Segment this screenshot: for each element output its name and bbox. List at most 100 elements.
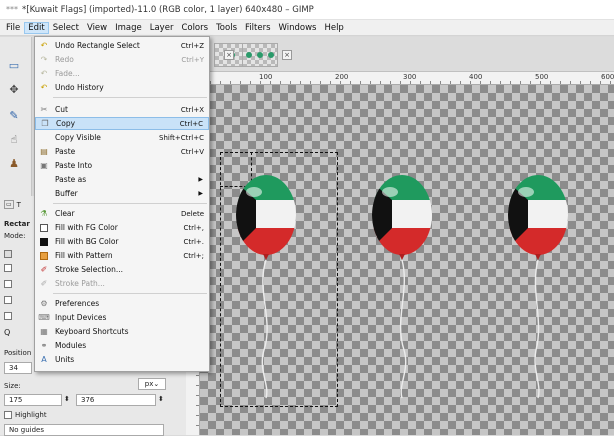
height-spinner-icon[interactable]: ⬍ [158, 395, 164, 403]
menu-item-shortcut: Delete [181, 209, 204, 218]
fade-icon: ↶ [40, 69, 48, 78]
size-label: Size: [4, 382, 21, 390]
menu-item-label: Fill with Pattern [55, 251, 113, 260]
width-spinner-icon[interactable]: ⬍ [64, 395, 70, 403]
expand-checkbox[interactable] [4, 296, 15, 304]
menu-separator [53, 293, 207, 294]
ruler-label: 400 [468, 73, 484, 81]
menu-item-label: Fill with FG Color [55, 223, 118, 232]
menu-item-preferences[interactable]: ⚙ Preferences [35, 297, 209, 310]
move-tool-icon[interactable]: ✥ [5, 81, 23, 97]
feather-checkbox[interactable] [4, 264, 15, 272]
position-x-field[interactable]: 34 [4, 362, 32, 374]
smudge-tool-icon[interactable]: ☝ [5, 131, 23, 147]
size-width-field[interactable]: 175 [4, 394, 62, 406]
tool-options-title-row: ▭ T [4, 200, 21, 209]
menu-item-redo[interactable]: ↷ Redo Ctrl+Y [35, 53, 209, 66]
menu-item-stroke-selection[interactable]: ✐ Stroke Selection... [35, 263, 209, 276]
menu-item-label: Paste Into [55, 161, 93, 170]
menu-file[interactable]: File [2, 22, 24, 34]
guides-select[interactable]: No guides [4, 424, 164, 436]
preferences-icon: ⚙ [40, 299, 48, 308]
close-icon[interactable]: × [224, 50, 234, 60]
antialias-checkbox[interactable] [4, 250, 15, 258]
menu-item-shortcut: Ctrl+; [183, 251, 204, 260]
menu-tools[interactable]: Tools [212, 22, 241, 34]
menu-item-label: Undo History [55, 83, 104, 92]
menu-colors[interactable]: Colors [177, 22, 212, 34]
menu-item-input-devices[interactable]: ⌨ Input Devices [35, 311, 209, 324]
chevron-down-icon: ⌄ [153, 380, 160, 388]
menu-item-label: Stroke Path... [55, 279, 105, 288]
menu-item-copy[interactable]: ❐ Copy Ctrl+C [35, 117, 209, 130]
copy-icon: ❐ [41, 119, 49, 128]
submenu-arrow-icon: ▶ [198, 190, 203, 197]
image-canvas[interactable] [200, 85, 614, 435]
menu-item-label: Buffer [55, 189, 78, 198]
highlight-checkbox[interactable]: Highlight [4, 411, 47, 419]
menu-item-buffer[interactable]: Buffer ▶ [35, 187, 209, 200]
menu-item-units[interactable]: A Units [35, 353, 209, 366]
menu-item-undo[interactable]: ↶ Undo Rectangle Select Ctrl+Z [35, 39, 209, 52]
undo-icon: ↶ [40, 41, 48, 50]
menu-item-fill-bg[interactable]: Fill with BG Color Ctrl+. [35, 235, 209, 248]
close-icon[interactable]: × [282, 50, 292, 60]
submenu-arrow-icon: ▶ [198, 176, 203, 183]
ruler-label: 100 [258, 73, 274, 81]
menu-edit[interactable]: Edit [24, 21, 49, 34]
menu-item-shortcut: Ctrl+Z [180, 41, 204, 50]
clear-icon: ⚗ [40, 209, 48, 218]
menu-item-clear[interactable]: ⚗ Clear Delete [35, 207, 209, 220]
menu-image[interactable]: Image [111, 22, 146, 34]
keyboard-icon: ▦ [40, 327, 48, 336]
menu-item-label: Modules [55, 341, 87, 350]
menu-item-shortcut: Ctrl+V [180, 147, 204, 156]
menu-view[interactable]: View [83, 22, 111, 34]
window-titlebar: *** *[Kuwait Flags] (imported)-11.0 (RGB… [0, 0, 614, 20]
menu-item-label: Redo [55, 55, 74, 64]
tool-options-icon: ▭ [4, 200, 14, 209]
menu-item-paste[interactable]: ▤ Paste Ctrl+V [35, 145, 209, 158]
menu-item-paste-as[interactable]: Paste as ▶ [35, 173, 209, 186]
menu-item-label: Cut [55, 105, 68, 114]
image-tab-2[interactable] [242, 43, 278, 67]
rect-select-tool-icon[interactable]: ▭ [5, 57, 23, 73]
ruler-label: 600 [600, 73, 614, 81]
kuwait-balloon-2 [372, 175, 432, 399]
menu-item-label: Paste as [55, 175, 87, 184]
menu-item-label: Input Devices [55, 313, 107, 322]
menu-item-label: Fade... [55, 69, 80, 78]
magnify-icon[interactable]: Q [4, 328, 10, 337]
menu-item-undo-history[interactable]: ↶ Undo History [35, 81, 209, 94]
kuwait-balloon-3 [508, 175, 568, 399]
menu-item-keyboard-shortcuts[interactable]: ▦ Keyboard Shortcuts [35, 325, 209, 338]
menu-layer[interactable]: Layer [146, 22, 178, 34]
redo-icon: ↷ [40, 55, 48, 64]
menu-item-fade[interactable]: ↶ Fade... [35, 67, 209, 80]
window-title: *[Kuwait Flags] (imported)-11.0 (RGB col… [22, 4, 314, 15]
menu-item-fill-fg[interactable]: Fill with FG Color Ctrl+, [35, 221, 209, 234]
highlight-label: Highlight [15, 411, 47, 419]
menu-filters[interactable]: Filters [241, 22, 274, 34]
menu-windows[interactable]: Windows [275, 22, 321, 34]
menubar: File Edit Select View Image Layer Colors… [0, 20, 614, 36]
menu-item-cut[interactable]: ✂ Cut Ctrl+X [35, 103, 209, 116]
rounded-checkbox[interactable] [4, 280, 15, 288]
mode-label: Mode: [4, 232, 26, 240]
clone-tool-icon[interactable]: ♟ [5, 155, 23, 171]
fixed-checkbox[interactable] [4, 312, 15, 320]
menu-select[interactable]: Select [49, 22, 83, 34]
menu-item-paste-into[interactable]: ▣ Paste Into [35, 159, 209, 172]
tool-options-title: T [16, 200, 21, 209]
menu-item-fill-pattern[interactable]: Fill with Pattern Ctrl+; [35, 249, 209, 262]
menu-help[interactable]: Help [320, 22, 347, 34]
tool-name-label: Rectar [4, 220, 30, 228]
menu-item-stroke-path[interactable]: ✐ Stroke Path... [35, 277, 209, 290]
kuwait-balloon-1 [236, 175, 296, 399]
menu-item-copy-visible[interactable]: Copy Visible Shift+Ctrl+C [35, 131, 209, 144]
paint-tool-icon[interactable]: ✎ [5, 107, 23, 123]
unit-select[interactable]: px⌄ [138, 378, 166, 390]
size-height-field[interactable]: 376 [76, 394, 156, 406]
menu-item-modules[interactable]: ⚭ Modules [35, 339, 209, 352]
menu-separator [53, 203, 207, 204]
